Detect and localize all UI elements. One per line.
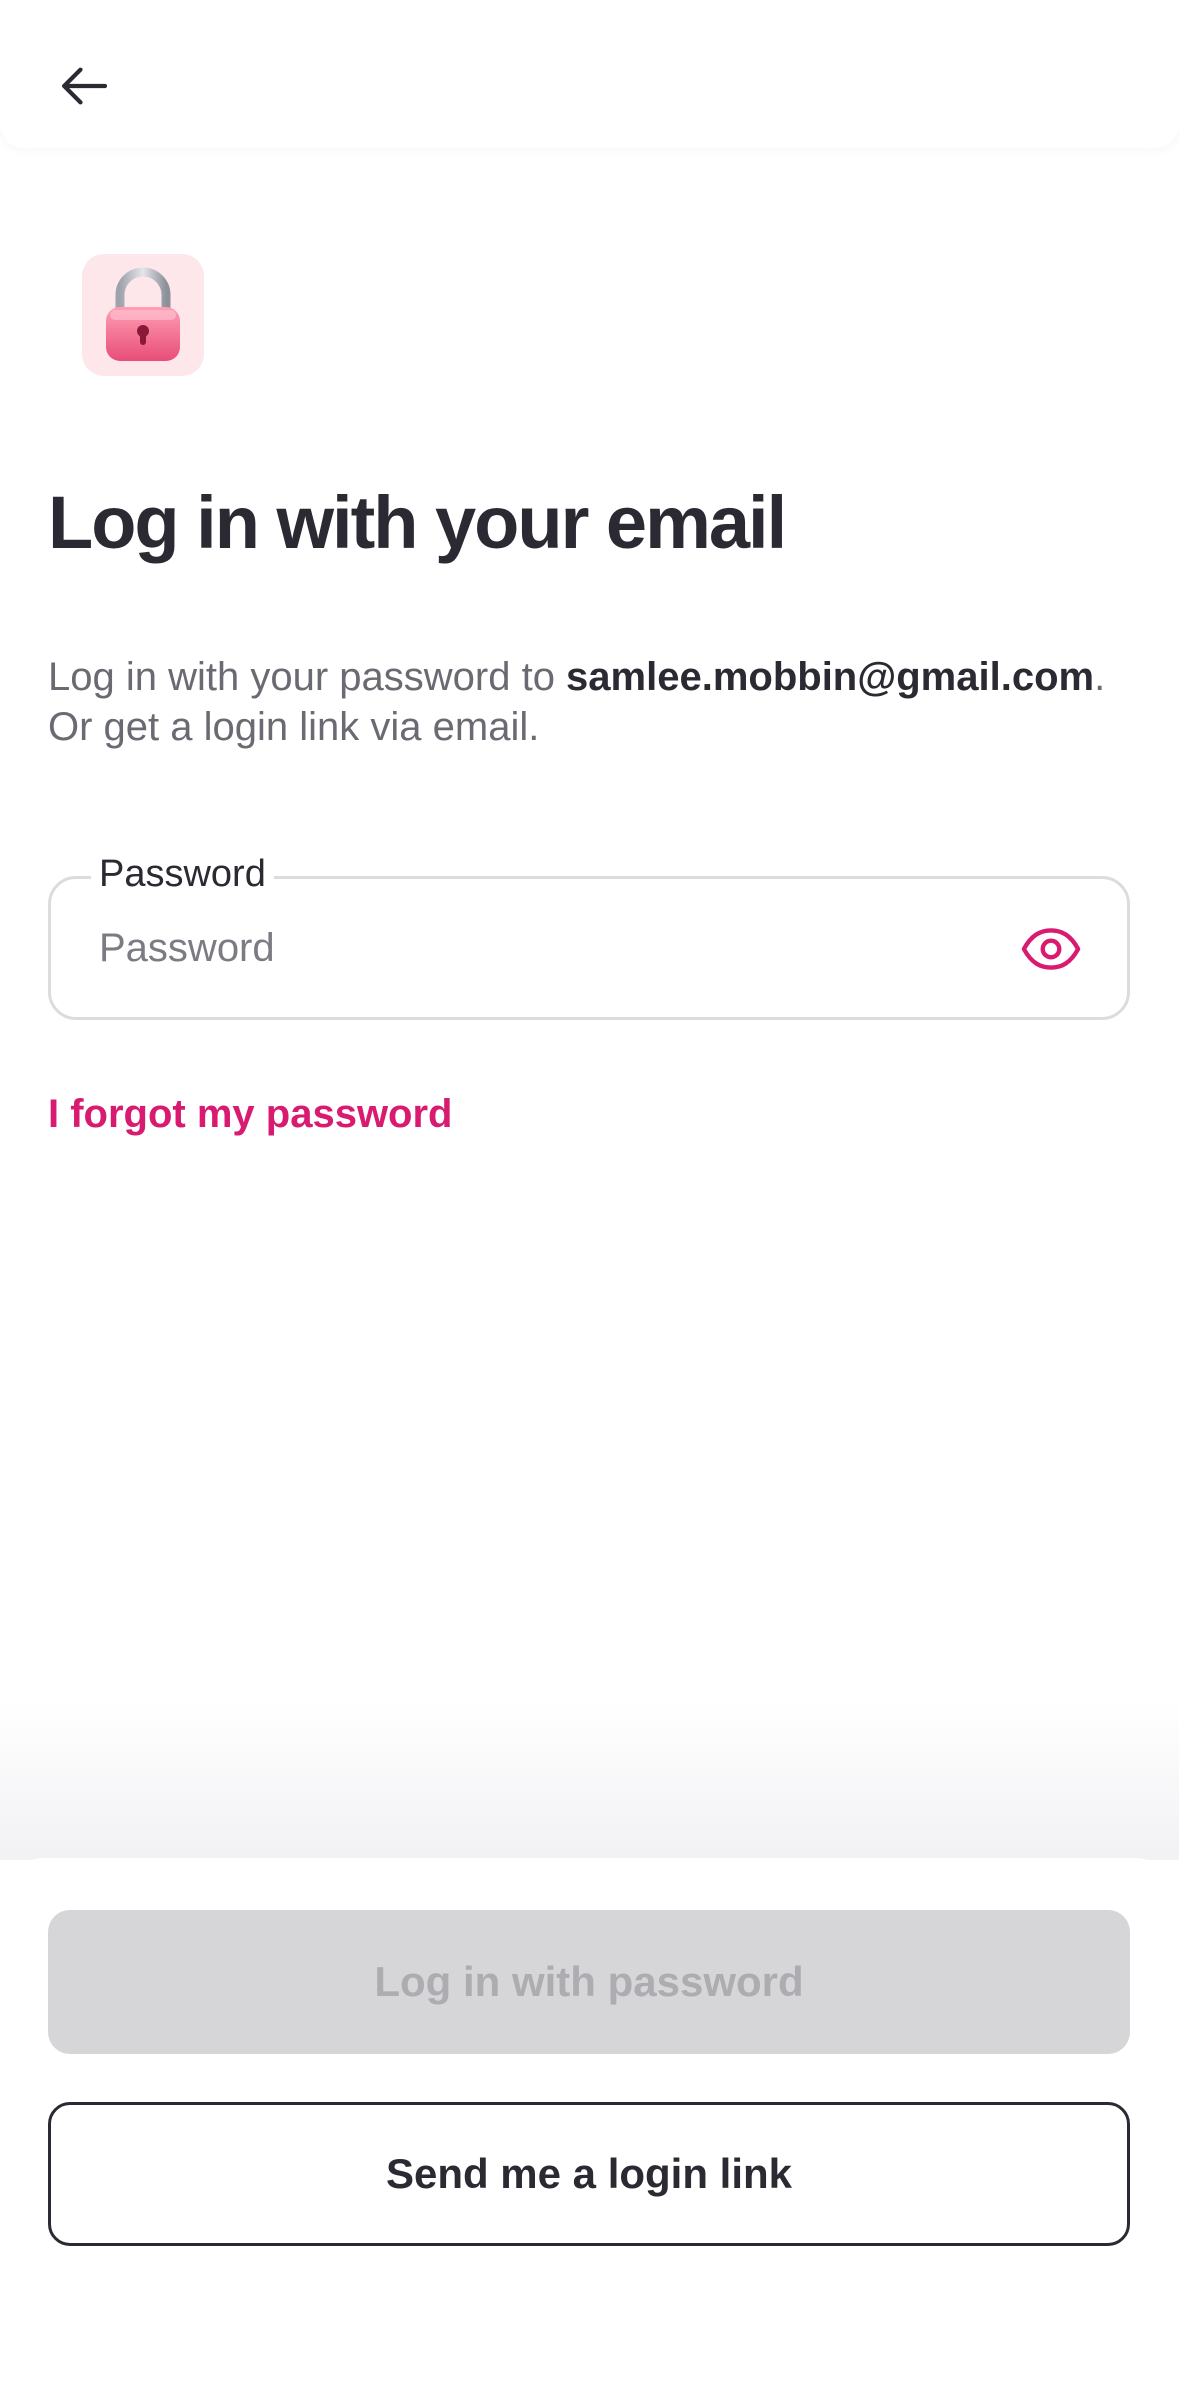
show-password-toggle[interactable] — [1015, 913, 1087, 985]
eye-icon — [1021, 928, 1081, 970]
lock-illustration — [82, 254, 204, 376]
top-bar — [0, 0, 1179, 148]
send-login-link-button[interactable]: Send me a login link — [48, 2102, 1130, 2246]
arrow-left-icon — [62, 67, 108, 105]
user-email: samlee.mobbin@gmail.com — [566, 655, 1095, 699]
password-field: Password — [48, 849, 1130, 1020]
back-button[interactable] — [48, 50, 120, 122]
login-description: Log in with your password to samlee.mobb… — [48, 652, 1128, 752]
login-screen: Log in with your email Log in with your … — [0, 0, 1179, 2396]
password-input[interactable] — [99, 879, 999, 1017]
login-with-password-button[interactable]: Log in with password — [48, 1910, 1130, 2054]
description-prefix: Log in with your password to — [48, 655, 567, 699]
lock-icon — [106, 267, 180, 361]
page-title: Log in with your email — [48, 481, 787, 564]
sheet-shadow — [0, 1700, 1179, 1860]
action-sheet: Log in with password Send me a login lin… — [0, 1858, 1179, 2396]
forgot-password-link[interactable]: I forgot my password — [48, 1092, 453, 1137]
